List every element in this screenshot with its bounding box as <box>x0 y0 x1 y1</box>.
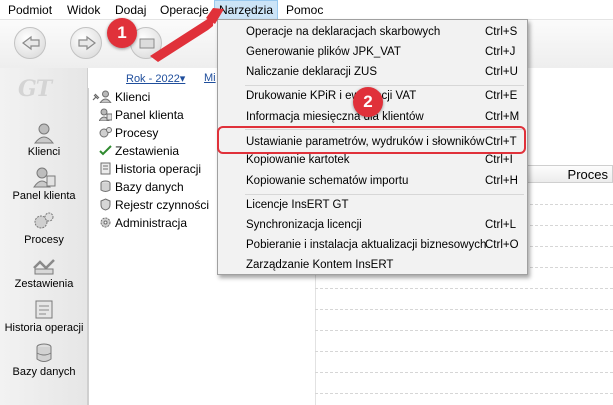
month-selector[interactable]: Mi <box>204 72 216 84</box>
menu-item-label: Kopiowanie schematów importu <box>246 175 409 187</box>
tools-icon <box>139 38 155 49</box>
nav-label: Zestawienia <box>14 278 74 290</box>
menu-item-label: Zarządzanie Kontem InsERT <box>246 259 394 271</box>
gt-logo: GT <box>18 76 52 102</box>
person-panel-icon <box>99 108 112 121</box>
nav-historia-operacji[interactable]: Historia operacji <box>0 298 88 334</box>
gears-icon <box>99 127 112 138</box>
menu-item-shortcut: Ctrl+U <box>485 66 518 78</box>
nav-label: Procesy <box>24 234 64 246</box>
tree-item-rejestr-czynnosci[interactable]: Rejestr czynności <box>99 196 209 214</box>
admin-gear-icon <box>100 217 111 228</box>
selected-item-highlight <box>217 126 526 154</box>
tree-item-bazy-danych[interactable]: Bazy danych <box>99 178 184 196</box>
menu-item-naliczanie-zus[interactable]: Naliczanie deklaracji ZUS Ctrl+U <box>219 62 526 82</box>
nav-klienci[interactable]: Klienci <box>0 122 88 158</box>
menu-item-operacje-deklaracje[interactable]: Operacje na deklaracjach skarbowych Ctrl+… <box>219 22 526 42</box>
tree-item-administracja[interactable]: Administracja <box>99 214 187 232</box>
menu-podmiot[interactable]: Podmiot <box>4 0 56 20</box>
grid-row-line <box>315 393 613 394</box>
grid-row-line <box>315 351 613 352</box>
menu-item-label: Pobieranie i instalacja aktualizacji biz… <box>246 239 487 251</box>
tree-item-label: Klienci <box>115 90 151 104</box>
nav-label: Panel klienta <box>12 190 76 202</box>
menu-item-licencje[interactable]: Licencje InsERT GT <box>219 195 526 215</box>
nav-label: Historia operacji <box>4 322 84 334</box>
tree-item-label: Historia operacji <box>115 162 202 176</box>
grid-row-line <box>315 330 613 331</box>
menu-dodaj[interactable]: Dodaj <box>111 0 150 20</box>
menu-item-kopiowanie-schematow[interactable]: Kopiowanie schematów importu Ctrl+H <box>219 171 526 191</box>
person-icon <box>99 90 112 103</box>
menu-operacje[interactable]: Operacje <box>156 0 213 20</box>
toolbar-back-button[interactable] <box>14 27 46 59</box>
person-icon <box>33 123 55 144</box>
history-icon <box>35 300 53 319</box>
menu-item-shortcut: Ctrl+H <box>485 175 518 187</box>
tree-item-label: Rejestr czynności <box>115 198 210 212</box>
gears-icon <box>34 212 54 229</box>
menu-item-label: Naliczanie deklaracji ZUS <box>246 66 378 78</box>
menu-item-konto-insert[interactable]: Zarządzanie Kontem InsERT <box>219 255 526 275</box>
menu-item-label: Informacja miesięczna dla klientów <box>246 111 424 123</box>
forward-arrow-icon <box>78 35 96 51</box>
grid-row-line <box>315 288 613 289</box>
tree-item-zestawienia[interactable]: Zestawienia <box>99 142 179 160</box>
menu-item-shortcut: Ctrl+S <box>485 26 518 38</box>
menu-item-aktualizacje[interactable]: Pobieranie i instalacja aktualizacji biz… <box>219 235 526 255</box>
navigation-tree: Klienci Panel klienta Procesy Zestawieni… <box>88 88 220 405</box>
checklist-icon <box>99 145 112 156</box>
column-header-proces[interactable]: Proces <box>568 167 608 182</box>
tree-item-label: Procesy <box>115 126 159 140</box>
year-bar: Rok - 2022▾ Mi <box>88 68 218 88</box>
back-arrow-icon <box>22 35 40 51</box>
database-icon <box>100 180 111 192</box>
grid-row-line <box>315 309 613 310</box>
nav-bazy-danych[interactable]: Bazy danych <box>0 342 88 378</box>
step-badge-1: 1 <box>107 18 137 48</box>
menu-item-label: Synchronizacja licencji <box>246 219 362 231</box>
menu-item-shortcut: Ctrl+O <box>485 239 519 251</box>
tree-item-label: Zestawienia <box>115 144 180 158</box>
database-icon <box>36 343 52 362</box>
menu-item-label: Drukowanie KPiR i ewidencji VAT <box>246 90 417 102</box>
tree-item-procesy[interactable]: Procesy <box>99 124 158 142</box>
tree-item-historia-operacji[interactable]: Historia operacji <box>99 160 201 178</box>
tree-item-label: Panel klienta <box>115 108 184 122</box>
menu-item-jpk-vat[interactable]: Generowanie plików JPK_VAT Ctrl+J <box>219 42 526 62</box>
menu-item-label: Operacje na deklaracjach skarbowych <box>246 26 441 38</box>
tree-item-label: Bazy danych <box>115 180 184 194</box>
history-icon <box>100 162 111 175</box>
nav-panel-klienta[interactable]: Panel klienta <box>0 166 88 202</box>
menu-item-synchronizacja[interactable]: Synchronizacja licencji Ctrl+L <box>219 215 526 235</box>
tree-item-label: Administracja <box>115 216 188 230</box>
toolbar-forward-button[interactable] <box>70 27 102 59</box>
tree-item-klienci[interactable]: Klienci <box>99 88 150 106</box>
year-selector[interactable]: Rok - 2022▾ <box>126 72 185 85</box>
shield-icon <box>100 198 111 211</box>
menu-item-shortcut: Ctrl+J <box>485 46 516 58</box>
step-badge-2: 2 <box>353 87 383 117</box>
person-panel-icon <box>33 167 56 188</box>
menu-widok[interactable]: Widok <box>63 0 104 20</box>
checklist-icon <box>33 259 55 275</box>
menu-item-shortcut: Ctrl+L <box>485 219 516 231</box>
menu-pomoc[interactable]: Pomoc <box>282 0 327 20</box>
menu-item-label: Generowanie plików JPK_VAT <box>246 46 401 58</box>
nav-label: Bazy danych <box>12 366 76 378</box>
menu-bar: Podmiot Widok Dodaj Operacje Narzędzia P… <box>0 0 613 20</box>
nav-procesy[interactable]: Procesy <box>0 210 88 246</box>
left-navigation: GT Klienci Panel klienta Procesy Zestawi… <box>0 68 88 405</box>
menu-item-shortcut: Ctrl+E <box>485 90 518 102</box>
nav-label: Klienci <box>27 146 61 158</box>
grid-row-line <box>315 372 613 373</box>
menu-narzedzia[interactable]: Narzędzia <box>214 0 279 20</box>
nav-zestawienia[interactable]: Zestawienia <box>0 254 88 290</box>
menu-item-shortcut: Ctrl+M <box>485 111 520 123</box>
menu-item-label: Licencje InsERT GT <box>246 199 349 211</box>
tree-item-panel-klienta[interactable]: Panel klienta <box>99 106 184 124</box>
